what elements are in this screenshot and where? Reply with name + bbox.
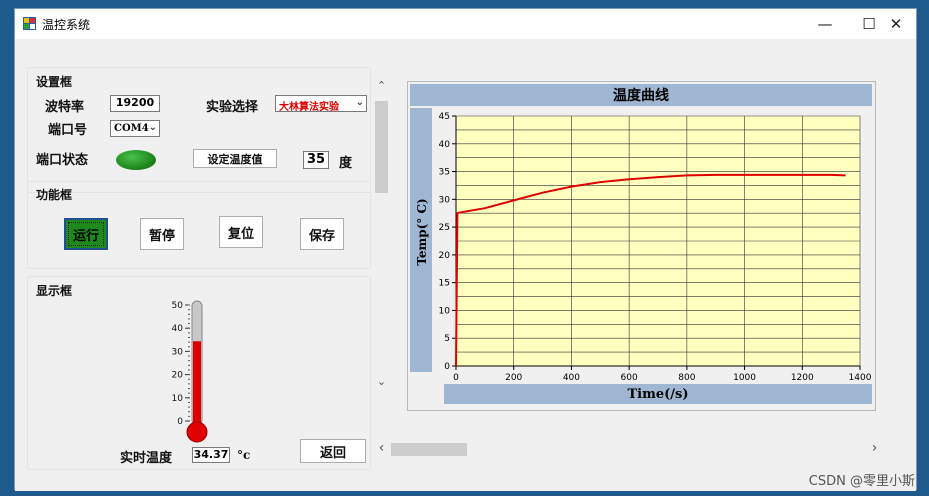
temperature-chart: 温度曲线 Temp(° C) Time(/s) 0 5 10 15 20 25 30 35 40 45 0… bbox=[410, 84, 872, 404]
chart-x-tick-label: 0 bbox=[453, 373, 459, 383]
display-group-label: 显示框 bbox=[36, 284, 73, 298]
thermometer-tick-label: 30 bbox=[172, 347, 184, 357]
chart-x-tick-label: 200 bbox=[505, 373, 522, 383]
window-title: 温控系统 bbox=[42, 18, 91, 32]
scroll-down-icon[interactable]: ⌄ bbox=[373, 375, 390, 392]
port-status-indicator bbox=[116, 150, 156, 170]
experiment-select-value: 大林算法实验 bbox=[279, 102, 339, 113]
vertical-scrollbar[interactable]: ⌃ ⌄ bbox=[373, 79, 390, 395]
experiment-label: 实验选择 bbox=[206, 100, 259, 115]
chart-x-tick-label: 1000 bbox=[733, 373, 756, 383]
client-area: 设置框 波特率 19200 实验选择 大林算法实验 ⌄ 端口号 COM4 ⌄ 端… bbox=[15, 39, 916, 491]
port-select-value: COM4 bbox=[114, 123, 149, 134]
chart-xlabel: Time(/s) bbox=[627, 387, 688, 402]
chart-y-tick-label: 10 bbox=[439, 306, 451, 316]
chevron-down-icon: ⌄ bbox=[148, 122, 157, 133]
vertical-scroll-thumb[interactable] bbox=[375, 101, 388, 193]
left-panel: 设置框 波特率 19200 实验选择 大林算法实验 ⌄ 端口号 COM4 ⌄ 端… bbox=[25, 51, 371, 470]
realtime-temp-field: 34.37 bbox=[192, 447, 230, 463]
chart-x-tick-label: 400 bbox=[563, 373, 580, 383]
chart-y-tick-label: 35 bbox=[439, 168, 450, 178]
port-label: 端口号 bbox=[48, 123, 88, 138]
horizontal-scroll-thumb[interactable] bbox=[391, 443, 467, 456]
temp-unit-label: °c bbox=[237, 448, 251, 462]
thermometer-tick-label: 20 bbox=[172, 371, 184, 381]
chart-y-tick-label: 30 bbox=[439, 195, 451, 205]
port-status-label: 端口状态 bbox=[36, 153, 89, 168]
minimize-button[interactable]: — bbox=[803, 9, 847, 39]
watermark: CSDN @零里小斯 bbox=[808, 474, 915, 489]
baud-field[interactable]: 19200 bbox=[110, 95, 160, 112]
close-button[interactable]: ✕ bbox=[874, 9, 918, 39]
pause-button[interactable]: 暂停 bbox=[140, 218, 184, 250]
chart-title: 温度曲线 bbox=[613, 87, 669, 104]
experiment-select[interactable]: 大林算法实验 ⌄ bbox=[275, 95, 367, 113]
chart-y-tick-label: 45 bbox=[439, 112, 450, 122]
settings-group-label: 设置框 bbox=[36, 75, 73, 89]
scroll-up-icon[interactable]: ⌃ bbox=[373, 79, 390, 96]
app-window: 温控系统 — ☐ ✕ 设置框 波特率 19200 实验选择 大林算法实验 ⌄ 端… bbox=[14, 8, 917, 491]
chart-container: 温度曲线 Temp(° C) Time(/s) 0 5 10 15 20 25 30 35 40 45 0… bbox=[407, 81, 876, 411]
chart-ylabel: Temp(° C) bbox=[415, 198, 429, 265]
port-select[interactable]: COM4 ⌄ bbox=[110, 120, 160, 137]
function-group: 功能框 运行 暂停 复位 保存 bbox=[27, 181, 371, 269]
scroll-left-icon[interactable]: ‹ bbox=[373, 441, 390, 458]
chart-y-tick-label: 25 bbox=[439, 223, 450, 233]
realtime-temp-label: 实时温度 bbox=[120, 451, 173, 466]
horizontal-scrollbar[interactable]: ‹ › bbox=[373, 441, 883, 458]
chart-y-tick-label: 15 bbox=[439, 279, 450, 289]
app-icon bbox=[23, 17, 36, 30]
display-group: 显示框 50 40 30 20 10 0 实时温度 34.37 °c 返回 bbox=[27, 276, 371, 470]
thermometer-tick-label: 0 bbox=[177, 417, 183, 427]
chart-y-tick-label: 20 bbox=[439, 251, 451, 261]
chart-y-tick-label: 0 bbox=[444, 362, 450, 372]
chart-x-tick-label: 1400 bbox=[849, 373, 872, 383]
chart-x-tick-label: 1200 bbox=[791, 373, 814, 383]
thermometer: 50 40 30 20 10 0 bbox=[172, 300, 208, 443]
set-temp-field[interactable]: 35 bbox=[303, 151, 329, 169]
save-button[interactable]: 保存 bbox=[300, 218, 344, 250]
thermometer-fill bbox=[193, 341, 201, 427]
degree-unit-label: 度 bbox=[339, 156, 353, 171]
scroll-right-icon[interactable]: › bbox=[866, 441, 883, 458]
run-button[interactable]: 运行 bbox=[64, 218, 108, 250]
thermometer-bulb bbox=[186, 421, 208, 443]
chart-y-tick-label: 40 bbox=[439, 140, 451, 150]
function-group-label: 功能框 bbox=[36, 188, 73, 202]
chart-x-tick-label: 600 bbox=[621, 373, 638, 383]
chart-y-tick-label: 5 bbox=[444, 334, 450, 344]
settings-group: 设置框 波特率 19200 实验选择 大林算法实验 ⌄ 端口号 COM4 ⌄ 端… bbox=[27, 67, 371, 193]
baud-label: 波特率 bbox=[45, 100, 85, 115]
chevron-down-icon: ⌄ bbox=[355, 97, 364, 108]
set-temp-button[interactable]: 设定温度值 bbox=[193, 149, 277, 168]
thermometer-tick-label: 10 bbox=[172, 394, 184, 404]
back-button[interactable]: 返回 bbox=[300, 439, 366, 463]
chart-x-tick-label: 800 bbox=[678, 373, 695, 383]
reset-button[interactable]: 复位 bbox=[219, 216, 263, 248]
thermometer-tick-label: 40 bbox=[172, 324, 184, 334]
title-bar: 温控系统 — ☐ ✕ bbox=[15, 9, 916, 39]
thermometer-tick-label: 50 bbox=[172, 301, 184, 311]
